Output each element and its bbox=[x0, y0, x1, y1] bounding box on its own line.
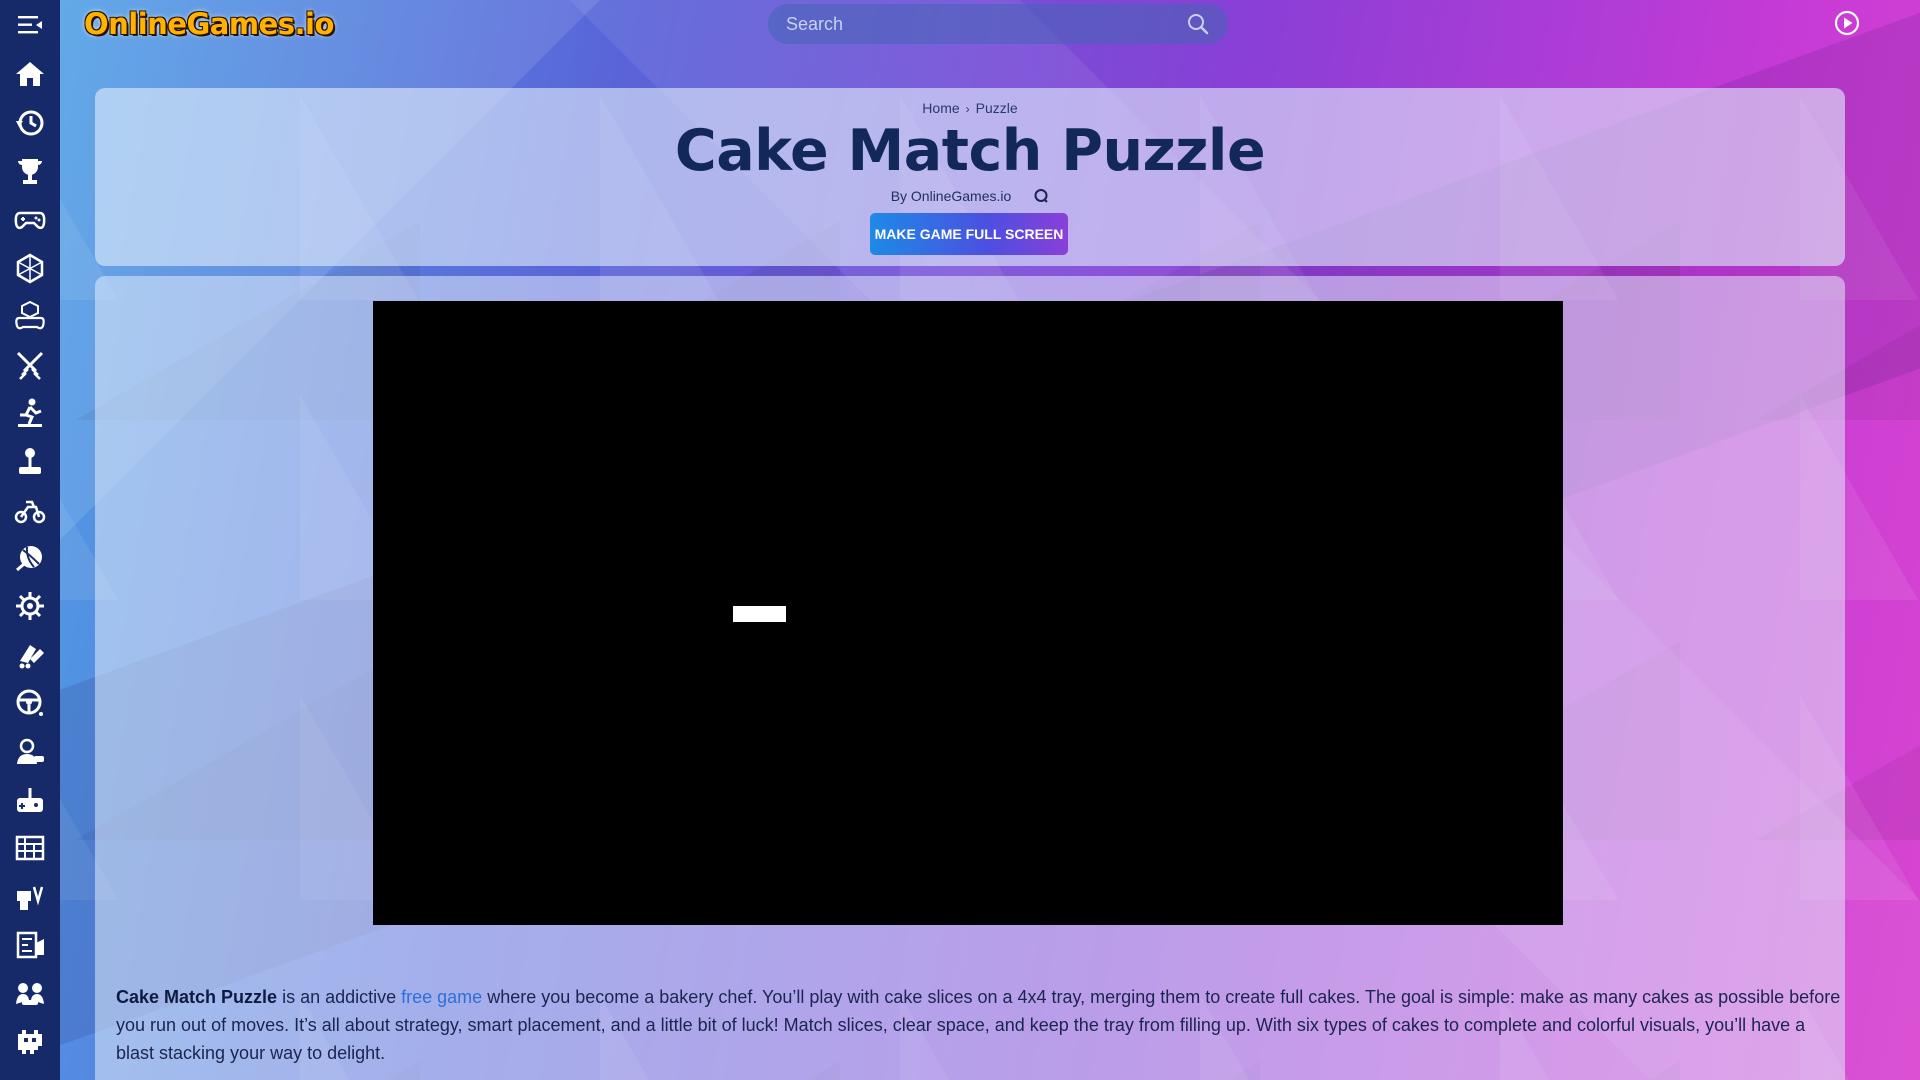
page-title: Cake Match Puzzle bbox=[674, 118, 1266, 184]
sidebar-item-ball[interactable] bbox=[0, 534, 60, 582]
space-invader-icon bbox=[18, 1030, 42, 1054]
gear-icon bbox=[16, 592, 44, 621]
motorbike-icon bbox=[14, 500, 46, 523]
joystick-icon bbox=[19, 448, 41, 475]
description-panel: Cake Match Puzzle is an addictive free g… bbox=[95, 980, 1845, 1080]
two-players-icon bbox=[16, 982, 44, 1005]
description-game-name: Cake Match Puzzle bbox=[116, 987, 278, 1007]
search-input[interactable] bbox=[786, 13, 1186, 35]
game-description: Cake Match Puzzle is an addictive free g… bbox=[116, 983, 1846, 1067]
breadcrumb-separator: › bbox=[965, 102, 970, 116]
sidebar-item-building-blocks[interactable] bbox=[0, 824, 60, 872]
sidebar-item-swords[interactable] bbox=[0, 340, 60, 388]
crossed-swords-icon bbox=[16, 351, 44, 380]
sidebar-item-dice[interactable] bbox=[0, 244, 60, 292]
history-icon bbox=[16, 110, 44, 136]
top-bar: OnlineGames.io bbox=[0, 0, 1920, 50]
loading-indicator bbox=[733, 606, 786, 622]
tools-icon bbox=[17, 886, 44, 910]
menu-button[interactable] bbox=[0, 0, 60, 50]
sidebar-item-controller-cube[interactable] bbox=[0, 292, 60, 340]
search-bar bbox=[768, 4, 1228, 44]
game-byline: By OnlineGames.io bbox=[95, 188, 1845, 204]
author-text: By OnlineGames.io bbox=[890, 188, 1012, 204]
gamepad-icon bbox=[14, 212, 46, 230]
steering-wheel-icon bbox=[16, 689, 43, 717]
hamburger-menu-icon bbox=[18, 16, 42, 34]
retro-gamepad-icon bbox=[17, 788, 43, 813]
skates-icon bbox=[19, 644, 44, 669]
ball-icon bbox=[16, 546, 42, 572]
runner-icon bbox=[18, 398, 42, 427]
dice-icon bbox=[16, 253, 44, 284]
free-game-link[interactable]: free game bbox=[401, 987, 482, 1007]
description-text-1: is an addictive bbox=[277, 987, 402, 1007]
home-icon bbox=[16, 62, 44, 87]
play-circle-icon bbox=[1834, 10, 1860, 36]
sidebar-item-person-game[interactable] bbox=[0, 727, 60, 775]
sidebar-item-runner[interactable] bbox=[0, 389, 60, 437]
trophy-icon bbox=[18, 158, 42, 184]
fullscreen-button[interactable]: MAKE GAME FULL SCREEN bbox=[870, 213, 1068, 255]
sidebar-item-puzzle-board[interactable] bbox=[0, 921, 60, 969]
sidebar-item-history[interactable] bbox=[0, 98, 60, 146]
sidebar-item-tools[interactable] bbox=[0, 873, 60, 921]
breadcrumb-category-link[interactable]: Puzzle bbox=[976, 100, 1018, 116]
site-logo[interactable]: OnlineGames.io bbox=[84, 4, 334, 44]
sidebar-item-joystick[interactable] bbox=[0, 437, 60, 485]
breadcrumb: Home › Puzzle bbox=[95, 100, 1845, 116]
game-canvas[interactable] bbox=[373, 301, 1563, 925]
controller-cube-icon bbox=[15, 301, 45, 330]
puzzle-board-icon bbox=[16, 931, 44, 959]
sidebar-item-motorbike[interactable] bbox=[0, 486, 60, 534]
sidebar-item-trophy[interactable] bbox=[0, 147, 60, 195]
sidebar bbox=[0, 50, 60, 1080]
sidebar-item-two-players[interactable] bbox=[0, 969, 60, 1017]
search-icon[interactable] bbox=[1186, 12, 1210, 36]
sidebar-item-skates[interactable] bbox=[0, 631, 60, 679]
comment-icon[interactable] bbox=[1033, 188, 1049, 204]
breadcrumb-home-link[interactable]: Home bbox=[922, 100, 959, 116]
person-game-icon bbox=[17, 738, 44, 764]
sidebar-item-gear[interactable] bbox=[0, 582, 60, 630]
sidebar-item-home[interactable] bbox=[0, 50, 60, 98]
game-header-panel: Home › Puzzle Cake Match Puzzle By OnlineG… bbox=[95, 88, 1845, 266]
building-blocks-icon bbox=[15, 836, 45, 861]
sidebar-item-gamepad[interactable] bbox=[0, 195, 60, 243]
game-panel bbox=[95, 276, 1845, 980]
sidebar-item-retro-gamepad[interactable] bbox=[0, 776, 60, 824]
play-button[interactable] bbox=[1834, 10, 1860, 36]
sidebar-item-steering[interactable] bbox=[0, 679, 60, 727]
sidebar-item-space-invader[interactable] bbox=[0, 1018, 60, 1066]
